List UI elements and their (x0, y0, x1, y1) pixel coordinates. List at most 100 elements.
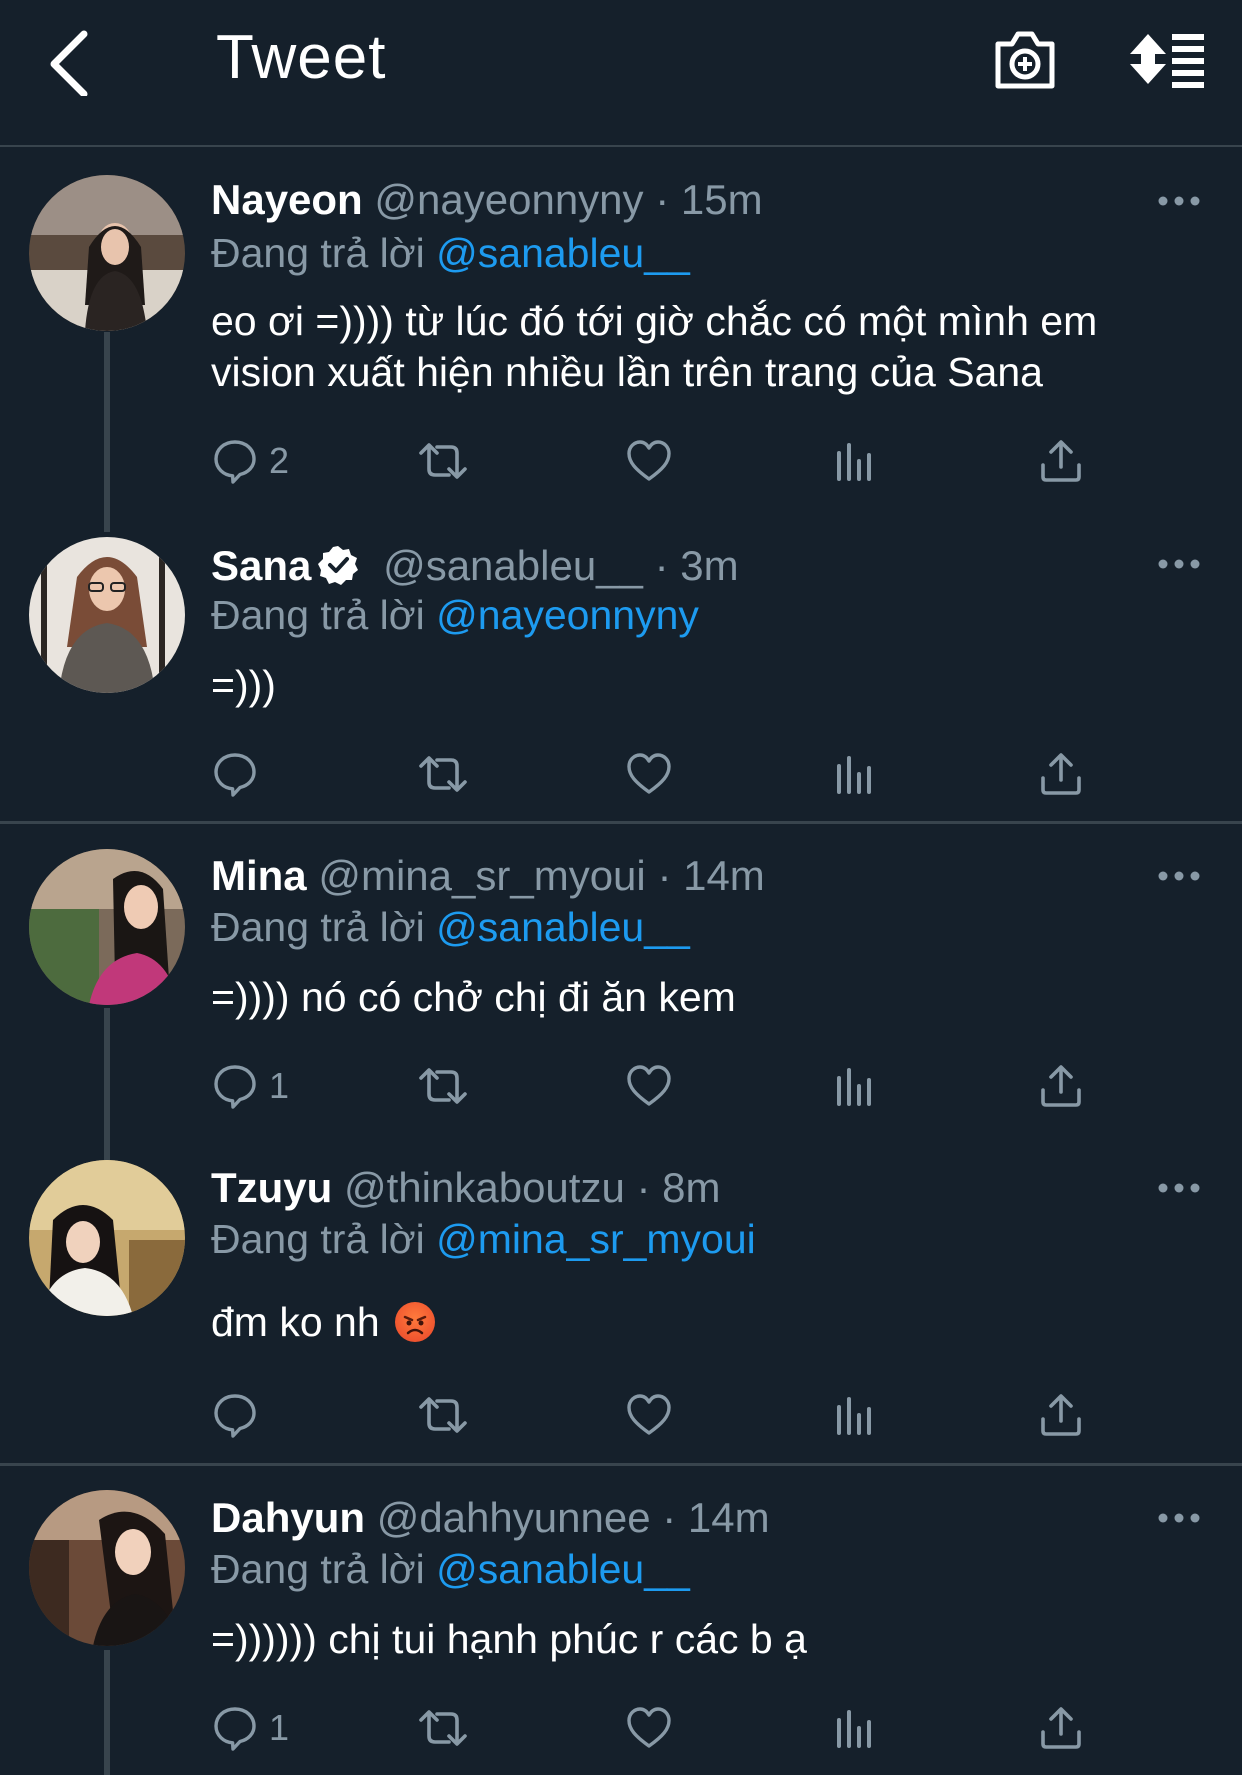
user-handle[interactable]: @thinkaboutzu (344, 1164, 625, 1211)
analytics-button[interactable] (831, 1700, 879, 1756)
heart-icon (625, 750, 673, 798)
retweet-icon (415, 750, 471, 798)
reply-icon (211, 437, 259, 485)
reply-button[interactable]: 1 (211, 1058, 289, 1114)
retweet-button[interactable] (415, 1058, 471, 1114)
user-handle[interactable]: @sanableu__ (383, 542, 643, 589)
analytics-button[interactable] (831, 1387, 879, 1443)
angry-face-icon (395, 1302, 436, 1342)
page-title: Tweet (216, 23, 387, 92)
more-options-button[interactable] (1156, 1178, 1202, 1198)
verified-badge-icon (318, 546, 359, 585)
replying-to-link[interactable]: @mina_sr_myoui (436, 1216, 756, 1262)
tweet-text: eo ơi =)))) từ lúc đó tới giờ chắc có mộ… (211, 298, 1098, 395)
like-button[interactable] (625, 1387, 673, 1443)
share-button[interactable] (1037, 1387, 1085, 1443)
heart-icon (625, 1062, 673, 1110)
reply-icon (211, 1704, 259, 1752)
avatar[interactable] (29, 1160, 185, 1316)
display-name[interactable]: Sana (211, 542, 311, 589)
like-button[interactable] (625, 1058, 673, 1114)
camera-plus-icon (995, 31, 1055, 89)
reply-button[interactable] (211, 1387, 269, 1443)
like-button[interactable] (625, 746, 673, 802)
retweet-button[interactable] (415, 433, 471, 489)
replying-label: Đang trả lời (211, 1546, 425, 1592)
sort-replies-button[interactable] (1128, 24, 1208, 94)
heart-icon (625, 1704, 673, 1752)
replying-to-link[interactable]: @sanableu__ (436, 1546, 690, 1592)
replying-label: Đang trả lời (211, 1216, 425, 1262)
replying-label: Đang trả lời (211, 592, 425, 638)
more-icon (1156, 554, 1202, 574)
share-button[interactable] (1037, 433, 1085, 489)
user-handle[interactable]: @mina_sr_myoui (318, 852, 645, 899)
camera-button[interactable] (990, 24, 1060, 94)
timestamp: · 15m (655, 176, 763, 223)
user-handle[interactable]: @dahhyunnee (377, 1494, 651, 1541)
more-icon (1156, 1508, 1202, 1528)
avatar[interactable] (29, 537, 185, 693)
avatar[interactable] (29, 1490, 185, 1646)
reply-button[interactable] (211, 746, 269, 802)
heart-icon (625, 437, 673, 485)
timestamp: · 8m (636, 1164, 721, 1211)
share-icon (1037, 750, 1085, 798)
tweet-text: =))) (211, 662, 276, 708)
tweet-text: =)))))) chị tui hạnh phúc r các b ạ (211, 1616, 807, 1662)
back-button[interactable] (40, 26, 100, 98)
display-name[interactable]: Nayeon (211, 176, 363, 223)
avatar[interactable] (29, 175, 185, 331)
heart-icon (625, 1391, 673, 1439)
tweet-actions (211, 746, 1111, 802)
reply-icon (211, 1062, 259, 1110)
analytics-button[interactable] (831, 433, 879, 489)
tweet-actions: 1 (211, 1700, 1111, 1756)
more-options-button[interactable] (1156, 866, 1202, 886)
divider (0, 1463, 1242, 1466)
avatar[interactable] (29, 849, 185, 1005)
stats-icon (831, 1391, 879, 1439)
retweet-icon (415, 1062, 471, 1110)
more-options-button[interactable] (1156, 1508, 1202, 1528)
stats-icon (831, 750, 879, 798)
thread-connector (104, 1650, 110, 1775)
timestamp: · 14m (657, 852, 765, 899)
tweet-actions: 1 (211, 1058, 1111, 1114)
more-icon (1156, 191, 1202, 211)
retweet-button[interactable] (415, 746, 471, 802)
like-button[interactable] (625, 433, 673, 489)
display-name[interactable]: Mina (211, 852, 307, 899)
retweet-button[interactable] (415, 1387, 471, 1443)
timestamp: · 14m (662, 1494, 770, 1541)
tweet-text: =)))) nó có chở chị đi ăn kem (211, 974, 736, 1020)
reply-button[interactable]: 2 (211, 433, 289, 489)
replying-to-link[interactable]: @nayeonnyny (436, 592, 699, 638)
replying-to-link[interactable]: @sanableu__ (436, 904, 690, 950)
chevron-left-icon (50, 30, 88, 98)
replying-label: Đang trả lời (211, 904, 425, 950)
like-button[interactable] (625, 1700, 673, 1756)
stats-icon (831, 437, 879, 485)
display-name[interactable]: Tzuyu (211, 1164, 332, 1211)
more-options-button[interactable] (1156, 191, 1202, 211)
share-button[interactable] (1037, 746, 1085, 802)
thread-connector (104, 1008, 110, 1160)
divider (0, 821, 1242, 824)
stats-icon (831, 1062, 879, 1110)
reply-button[interactable]: 1 (211, 1700, 289, 1756)
more-options-button[interactable] (1156, 554, 1202, 574)
analytics-button[interactable] (831, 746, 879, 802)
top-bar: Tweet (0, 0, 1242, 147)
display-name[interactable]: Dahyun (211, 1494, 365, 1541)
reply-icon (211, 750, 259, 798)
retweet-button[interactable] (415, 1700, 471, 1756)
share-button[interactable] (1037, 1058, 1085, 1114)
retweet-icon (415, 1391, 471, 1439)
user-handle[interactable]: @nayeonnyny (374, 176, 643, 223)
share-button[interactable] (1037, 1700, 1085, 1756)
analytics-button[interactable] (831, 1058, 879, 1114)
replying-to-link[interactable]: @sanableu__ (436, 230, 690, 276)
more-icon (1156, 866, 1202, 886)
tweet-actions: 2 (211, 433, 1111, 489)
